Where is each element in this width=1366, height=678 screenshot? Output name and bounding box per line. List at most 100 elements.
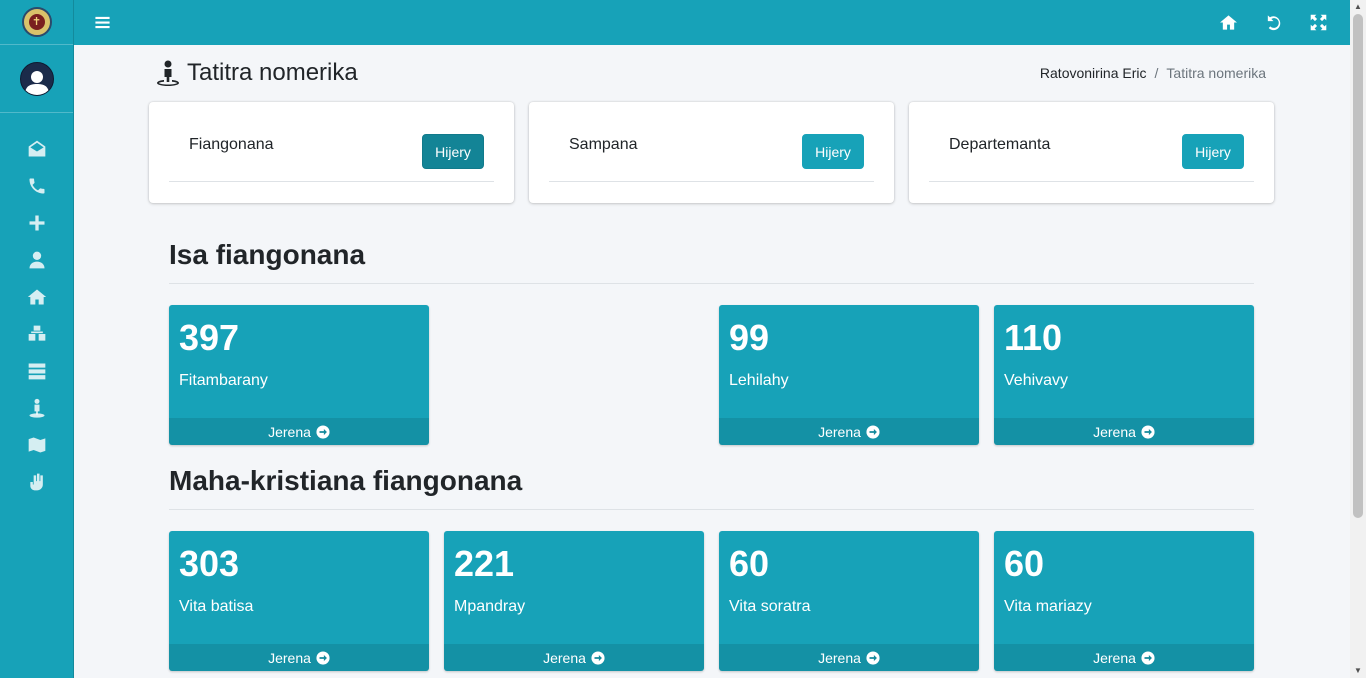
cross-icon: ✝ [28, 14, 45, 30]
sidebar-item-groups[interactable] [0, 315, 73, 352]
sidebar-item-map[interactable] [0, 426, 73, 463]
breadcrumb-separator: / [1154, 65, 1159, 81]
stat-label: Vita mariazy [1004, 598, 1092, 615]
stat-link-text: Jerena [268, 649, 311, 666]
view-departemanta-button[interactable]: Hijery [1182, 134, 1244, 169]
stat-box-vita-batisa: 303 Vita batisa Jerena [169, 531, 429, 671]
map-icon [28, 437, 45, 452]
filter-card-departemanta: Departemanta Hijery [909, 102, 1274, 203]
stat-link-text: Jerena [268, 423, 311, 440]
stat-label: Fitambarany [179, 372, 268, 389]
stat-grid-christian: 303 Vita batisa Jerena 221 Mpandray Jere… [169, 531, 1254, 671]
fullscreen-button[interactable] [1310, 14, 1327, 31]
scroll-up-arrow[interactable]: ▲ [1350, 0, 1366, 14]
stat-value: 60 [1004, 543, 1045, 584]
stat-link-text: Jerena [818, 649, 861, 666]
stat-box-vehivavy: 110 Vehivavy Jerena [994, 305, 1254, 445]
scroll-down-arrow[interactable]: ▼ [1350, 664, 1366, 678]
stat-link-text: Jerena [543, 649, 586, 666]
breadcrumb: Ratovonirina Eric / Tatitra nomerika [1040, 65, 1266, 81]
expand-icon [1310, 14, 1327, 31]
stat-footer-link[interactable]: Jerena [169, 644, 429, 671]
section-title-isa-fiangonana: Isa fiangonana [169, 239, 1254, 284]
main-content: Tatitra nomerika Ratovonirina Eric / Tat… [74, 45, 1350, 678]
stat-footer-link[interactable]: Jerena [719, 644, 979, 671]
filter-cards: Fiangonana Hijery Sampana Hijery Departe… [149, 102, 1274, 203]
undo-icon [1267, 15, 1281, 31]
page-title-wrapper: Tatitra nomerika [156, 59, 358, 87]
view-sampana-button[interactable]: Hijery [802, 134, 864, 169]
arrow-circle-right-icon [316, 424, 330, 439]
stat-value: 221 [454, 543, 515, 584]
menu-toggle-button[interactable] [94, 14, 111, 31]
filter-label: Departemanta [949, 136, 1051, 153]
stat-box-vita-mariazy: 60 Vita mariazy Jerena [994, 531, 1254, 671]
breadcrumb-current: Tatitra nomerika [1166, 65, 1266, 81]
filter-card-fiangonana: Fiangonana Hijery [149, 102, 514, 203]
envelope-open-icon [28, 140, 45, 156]
breadcrumb-link-user[interactable]: Ratovonirina Eric [1040, 65, 1147, 81]
stat-box-lehilahy: 99 Lehilahy Jerena [719, 305, 979, 445]
stat-footer-link[interactable]: Jerena [444, 644, 704, 671]
hand-icon [29, 473, 43, 490]
church-logo[interactable]: ✝ [21, 7, 52, 37]
filter-card-sampana: Sampana Hijery [529, 102, 894, 203]
home-button[interactable] [1220, 14, 1237, 31]
stat-grid-members: 397 Fitambarany Jerena 99 Lehilahy Jeren… [169, 305, 1254, 445]
user-avatar-icon [24, 70, 49, 95]
refresh-button[interactable] [1265, 14, 1282, 31]
filter-label: Fiangonana [189, 136, 274, 153]
brand[interactable]: ✝ [0, 0, 73, 45]
phone-icon [29, 178, 44, 193]
stat-footer-link[interactable]: Jerena [719, 418, 979, 445]
stat-label: Vita batisa [179, 598, 254, 615]
stat-link-text: Jerena [818, 423, 861, 440]
stat-box-vita-soratra: 60 Vita soratra Jerena [719, 531, 979, 671]
stat-value: 397 [179, 317, 240, 358]
sidebar-item-members[interactable] [0, 241, 73, 278]
stat-value: 60 [729, 543, 770, 584]
sidebar: ✝ [0, 0, 74, 678]
arrow-circle-right-icon [866, 424, 880, 439]
stat-box-fitambarany: 397 Fitambarany Jerena [169, 305, 429, 445]
content-header: Tatitra nomerika Ratovonirina Eric / Tat… [156, 57, 1266, 89]
top-navbar [74, 0, 1350, 45]
filter-label: Sampana [569, 136, 638, 153]
stat-footer-link[interactable]: Jerena [994, 418, 1254, 445]
stat-link-text: Jerena [1093, 649, 1136, 666]
home-icon [27, 289, 46, 304]
sidebar-item-reports[interactable] [0, 389, 73, 426]
navbar-actions [1220, 14, 1330, 31]
stat-footer-link[interactable]: Jerena [994, 644, 1254, 671]
arrow-circle-right-icon [866, 650, 880, 665]
sidebar-item-home[interactable] [0, 278, 73, 315]
arrow-circle-right-icon [316, 650, 330, 665]
person-pin-icon [29, 398, 44, 418]
person-pin-icon [157, 60, 179, 86]
stat-link-text: Jerena [1093, 423, 1136, 440]
stat-value: 110 [1004, 317, 1063, 358]
sidebar-item-add[interactable] [0, 204, 73, 241]
page-scrollbar[interactable]: ▲ ▼ [1350, 0, 1366, 678]
stat-box-mpandray: 221 Mpandray Jerena [444, 531, 704, 671]
stat-footer-link[interactable]: Jerena [169, 418, 429, 445]
view-fiangonana-button[interactable]: Hijery [422, 134, 484, 169]
home-icon [1220, 15, 1237, 30]
arrow-circle-right-icon [1141, 424, 1155, 439]
server-icon [28, 363, 45, 379]
sidebar-item-donations[interactable] [0, 463, 73, 500]
stat-value: 303 [179, 543, 240, 584]
sidebar-item-messages[interactable] [0, 130, 73, 167]
stat-label: Lehilahy [729, 372, 789, 389]
plus-icon [29, 215, 44, 230]
bars-icon [95, 16, 110, 29]
sidebar-item-contacts[interactable] [0, 167, 73, 204]
sidebar-nav [0, 113, 73, 500]
stat-label: Vehivavy [1004, 372, 1069, 389]
sidebar-item-database[interactable] [0, 352, 73, 389]
avatar[interactable] [19, 61, 54, 96]
scroll-thumb[interactable] [1353, 14, 1363, 518]
user-panel [0, 45, 73, 113]
stat-label: Vita soratra [729, 598, 811, 615]
page-title: Tatitra nomerika [187, 59, 358, 86]
